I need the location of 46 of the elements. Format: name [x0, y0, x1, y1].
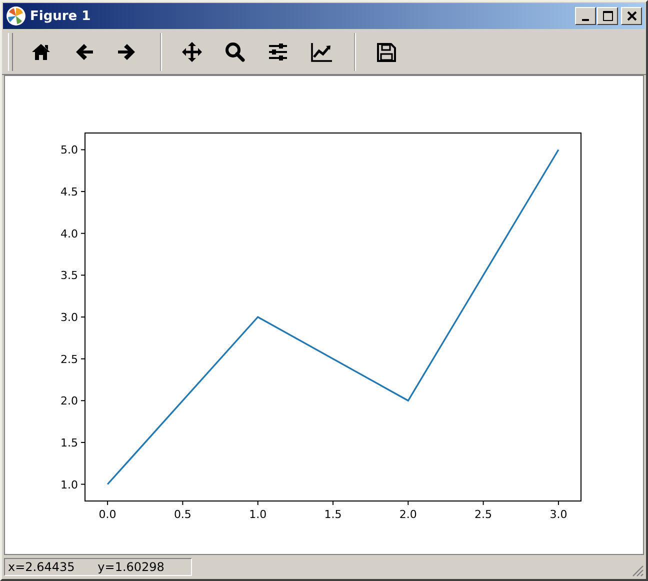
x-tick [107, 500, 108, 506]
cursor-coordinates: x=2.64435 y=1.60298 [4, 558, 192, 576]
x-tick-label: 0.0 [98, 508, 116, 521]
y-tick [80, 232, 86, 234]
y-tick [80, 274, 86, 276]
move-arrows-icon [181, 40, 203, 62]
x-tick-label: 1.0 [249, 508, 267, 521]
sliders-icon [267, 40, 289, 62]
y-tick-label: 5.0 [60, 144, 78, 157]
x-tick-label: 1.5 [324, 508, 342, 521]
y-tick-label: 3.5 [60, 269, 78, 282]
y-tick [80, 191, 86, 192]
y-tick-label: 1.5 [60, 436, 78, 450]
window-title: Figure 1 [30, 8, 92, 24]
x-tick-label: 2.5 [474, 508, 492, 521]
minimize-icon [582, 19, 589, 21]
x-tick [408, 500, 409, 506]
x-tick [257, 500, 258, 506]
close-button[interactable] [621, 7, 642, 25]
y-tick [80, 149, 86, 150]
x-tick [182, 500, 184, 506]
x-tick-label: 0.5 [174, 508, 192, 521]
x-tick [558, 500, 559, 506]
y-tick [80, 358, 86, 360]
y-tick [80, 484, 86, 485]
y-tick-label: 1.0 [60, 478, 78, 492]
y-tick-label: 4.0 [60, 227, 78, 240]
x-tick-label: 2.0 [399, 508, 417, 521]
app-logo-icon [6, 6, 26, 26]
y-tick [80, 316, 86, 318]
minimize-button[interactable] [575, 7, 596, 25]
y-tick-label: 2.0 [60, 394, 78, 408]
y-tick-label: 3.0 [60, 311, 78, 324]
search-icon [224, 40, 246, 62]
x-tick [482, 500, 484, 506]
resize-grip-icon[interactable] [632, 565, 644, 577]
close-icon [626, 11, 636, 21]
maximize-button[interactable] [597, 7, 618, 25]
y-tick [80, 400, 86, 402]
x-tick-label: 3.0 [550, 508, 568, 521]
maximize-icon [602, 11, 612, 21]
x-tick [332, 500, 334, 506]
y-tick-label: 4.5 [60, 186, 78, 199]
y-tick [80, 442, 86, 443]
line-chart-icon [310, 40, 332, 62]
y-tick-label: 2.5 [60, 352, 78, 366]
